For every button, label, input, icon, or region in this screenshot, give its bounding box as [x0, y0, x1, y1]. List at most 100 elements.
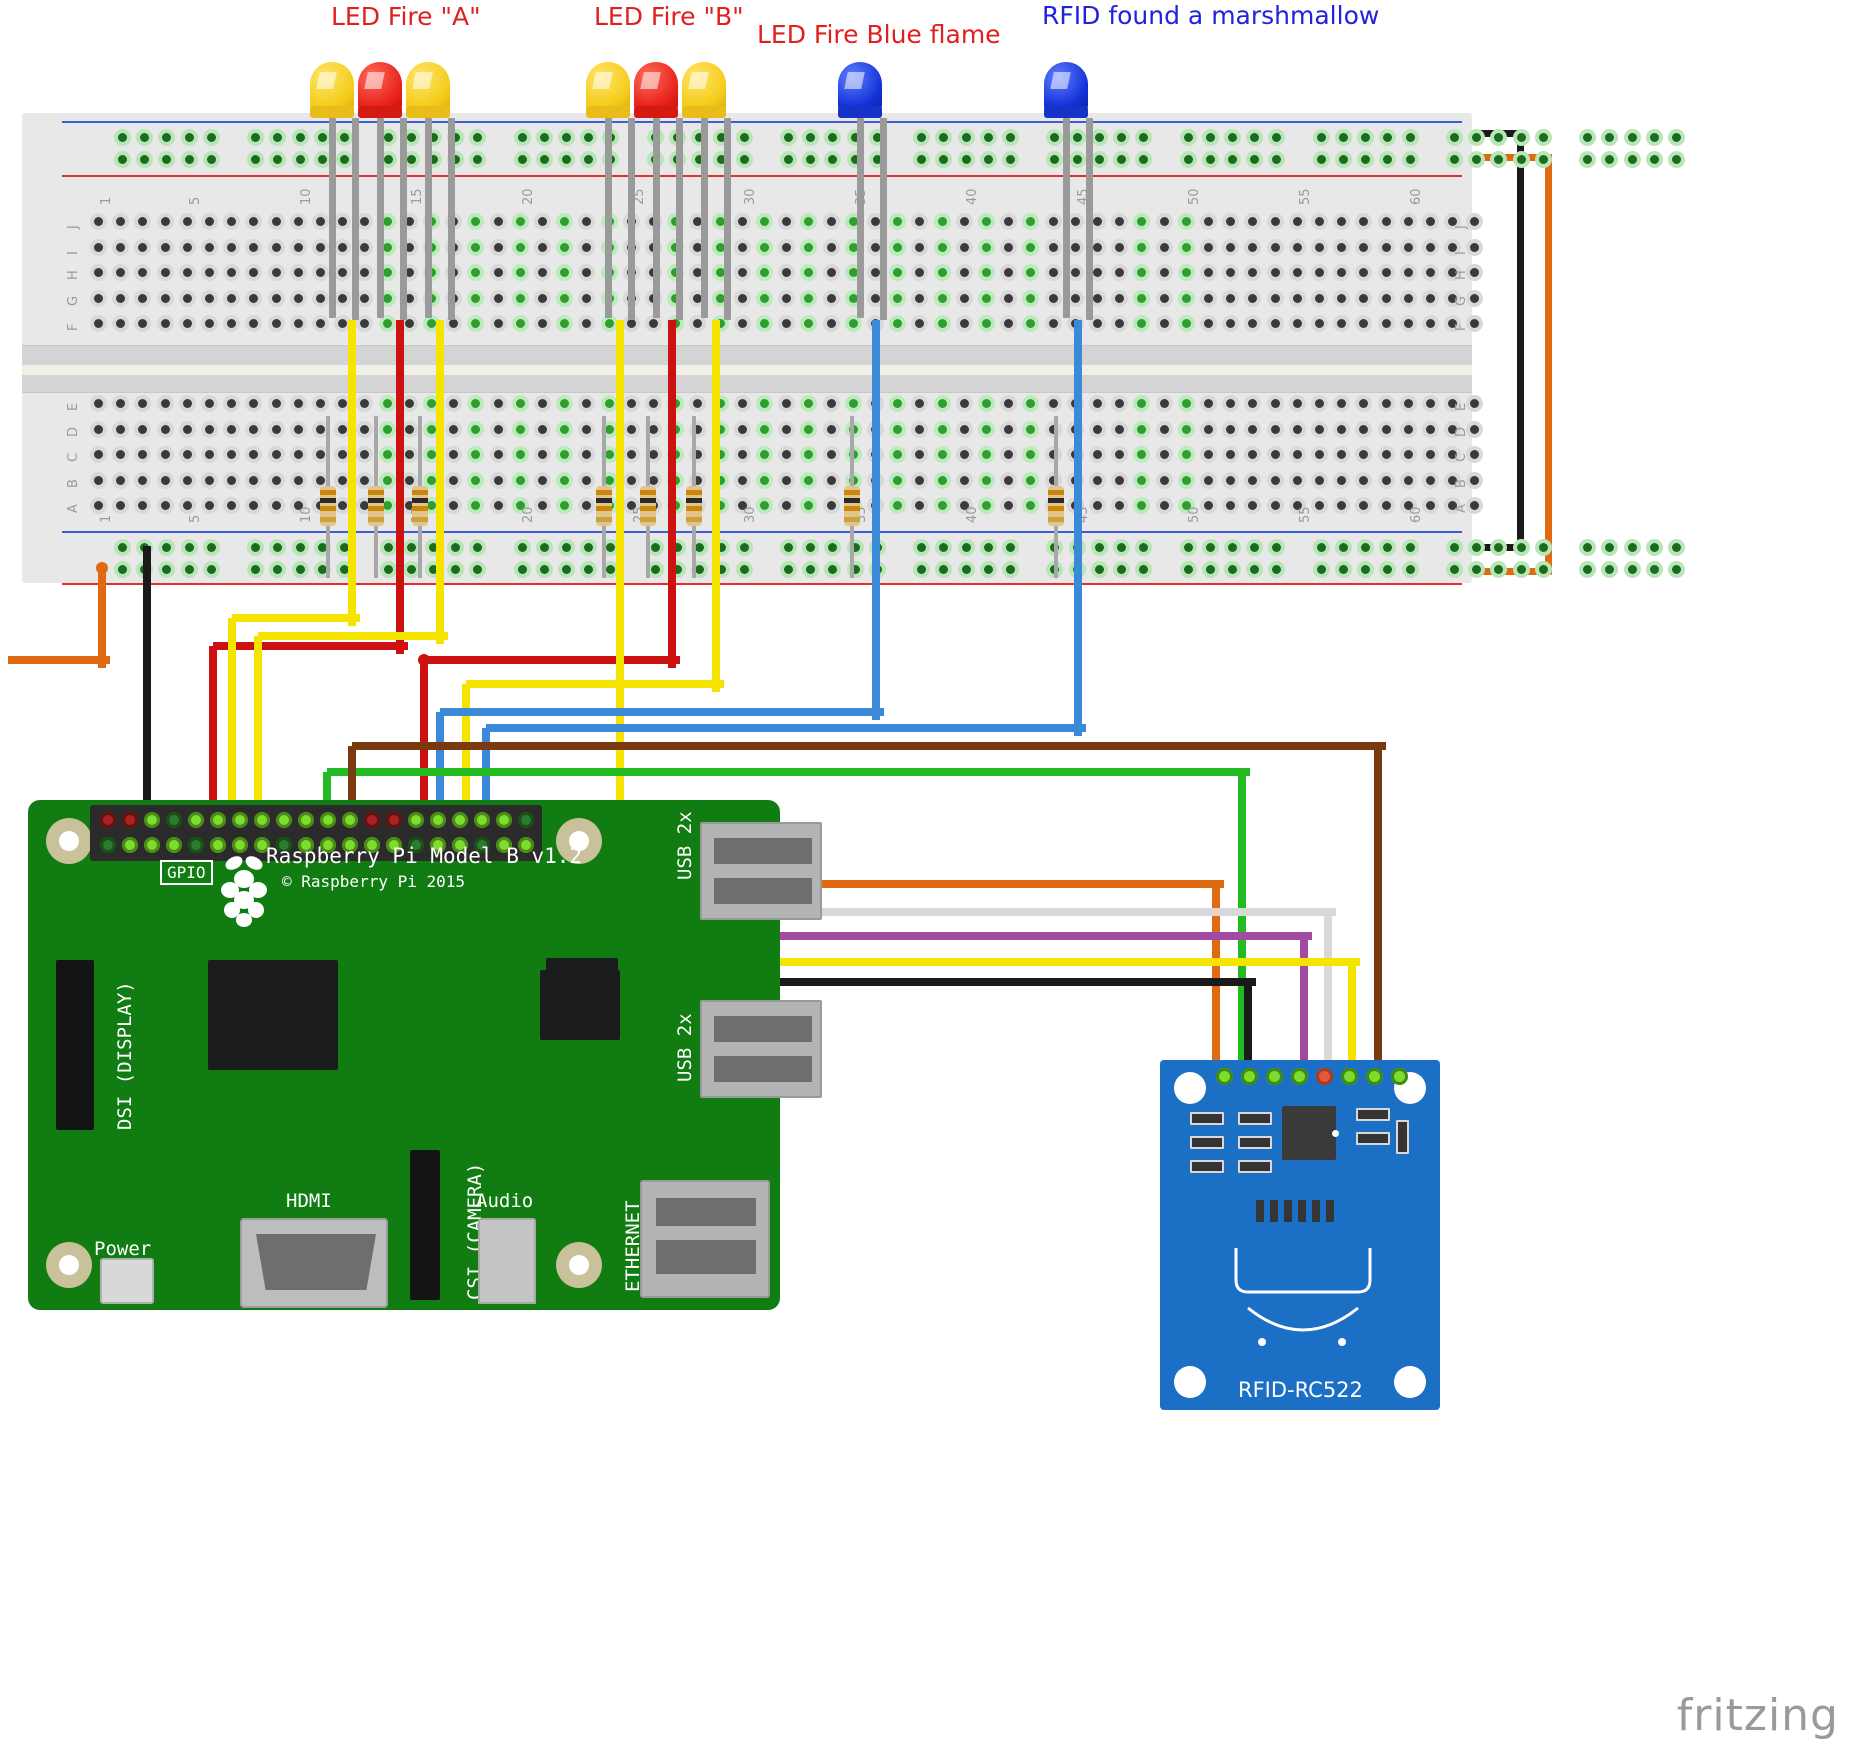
resistor-lead-bottom	[692, 522, 696, 578]
gpio-pin[interactable]	[188, 812, 204, 828]
gpio-pin[interactable]	[188, 837, 204, 853]
gpio-pin[interactable]	[166, 812, 182, 828]
rfid-pin-pad[interactable]	[1366, 1068, 1383, 1085]
wire-orange-power-left	[98, 568, 106, 668]
usb-port-top[interactable]	[700, 822, 822, 920]
gpio-pin[interactable]	[210, 812, 226, 828]
led-lead	[377, 118, 384, 318]
gpio-pin[interactable]	[430, 812, 446, 828]
gpio-pin[interactable]	[122, 837, 138, 853]
led-rfid-indicator[interactable]	[1044, 62, 1088, 124]
rfid-pin-pad[interactable]	[1391, 1068, 1408, 1085]
dsi-connector[interactable]	[56, 960, 94, 1130]
gpio-pin[interactable]	[518, 812, 534, 828]
gpio-pin[interactable]	[100, 812, 116, 828]
gpio-silk-label: GPIO	[160, 860, 213, 885]
resistor-7[interactable]	[844, 416, 860, 578]
resistor-8[interactable]	[1048, 416, 1064, 578]
gpio-pin[interactable]	[254, 812, 270, 828]
rfid-pin-pad[interactable]	[1291, 1068, 1308, 1085]
wire-orange-power-left-end	[96, 562, 108, 574]
csi-connector[interactable]	[410, 1150, 440, 1300]
gpio-pin[interactable]	[474, 812, 490, 828]
rfid-pin-pad[interactable]	[1341, 1068, 1358, 1085]
gpio-pin[interactable]	[232, 837, 248, 853]
resistor-band	[686, 490, 702, 495]
power-label: Power	[94, 1238, 152, 1260]
rfid-smd-6	[1238, 1160, 1272, 1173]
breadboard-row-label: C	[1454, 453, 1469, 463]
wire-yellow-b2	[712, 320, 720, 692]
gpio-pin[interactable]	[408, 812, 424, 828]
wire-orange-rail-right	[1545, 154, 1552, 574]
rfid-rc522-board[interactable]: RFID-RC522	[1160, 1060, 1440, 1410]
breadboard-row-label: H	[66, 270, 81, 281]
gpio-pin[interactable]	[496, 812, 512, 828]
gpio-pin[interactable]	[210, 837, 226, 853]
led-fire-b-red[interactable]	[634, 62, 678, 124]
led-lead	[605, 118, 612, 318]
resistor-5[interactable]	[640, 416, 656, 578]
breadboard-col-label: 20	[520, 506, 536, 523]
led-blue-flame[interactable]	[838, 62, 882, 124]
led-fire-a-yellow-2[interactable]	[406, 62, 450, 124]
rpi-copyright-text: © Raspberry Pi 2015	[282, 872, 466, 891]
gpio-pin[interactable]	[100, 837, 116, 853]
led-fire-b-yellow-2[interactable]	[682, 62, 726, 124]
gpio-pin[interactable]	[386, 812, 402, 828]
resistor-lead-bottom	[646, 522, 650, 578]
resistor-band	[596, 506, 612, 511]
resistor-band	[640, 498, 656, 503]
rfid-mount-hole-br	[1394, 1366, 1426, 1398]
led-glint	[844, 72, 865, 89]
resistor-band	[1048, 506, 1064, 511]
resistor-band	[596, 490, 612, 495]
led-fire-a-yellow-1[interactable]	[310, 62, 354, 124]
gpio-pin[interactable]	[144, 812, 160, 828]
led-lead	[724, 118, 731, 320]
resistor-2[interactable]	[368, 416, 384, 578]
power-port[interactable]	[100, 1258, 154, 1304]
resistor-1[interactable]	[320, 416, 336, 578]
wire-brown-rfid	[1374, 746, 1382, 1082]
gpio-pin[interactable]	[122, 812, 138, 828]
gpio-pin[interactable]	[298, 812, 314, 828]
led-fire-a-red[interactable]	[358, 62, 402, 124]
led-glint	[364, 72, 385, 89]
wire-orange-power-left	[8, 656, 110, 664]
gpio-pin[interactable]	[144, 837, 160, 853]
rfid-pin-pad[interactable]	[1266, 1068, 1283, 1085]
resistor-4[interactable]	[596, 416, 612, 578]
wire-green-rfid	[327, 768, 1250, 776]
rfid-crystal-pad	[1284, 1200, 1292, 1222]
hdmi-port[interactable]	[240, 1218, 388, 1308]
gpio-pin[interactable]	[166, 837, 182, 853]
resistor-6[interactable]	[686, 416, 702, 578]
rfid-smd-4	[1238, 1112, 1272, 1125]
gpio-pin[interactable]	[342, 812, 358, 828]
gpio-pin[interactable]	[320, 812, 336, 828]
usb-port-bottom[interactable]	[700, 1000, 822, 1098]
rfid-pin-pad[interactable]	[1241, 1068, 1258, 1085]
wire-blue-2	[1074, 320, 1082, 736]
rfid-pin-pad[interactable]	[1316, 1068, 1333, 1085]
wire-red-a1	[396, 320, 404, 654]
gpio-pin[interactable]	[276, 812, 292, 828]
led-fire-b-yellow-1[interactable]	[586, 62, 630, 124]
led-lead	[352, 118, 359, 320]
resistor-3[interactable]	[412, 416, 428, 578]
gpio-pin[interactable]	[232, 812, 248, 828]
led-lead	[329, 118, 336, 318]
gpio-pin[interactable]	[452, 812, 468, 828]
led-lead	[1063, 118, 1070, 318]
gpio-pin[interactable]	[364, 812, 380, 828]
audio-port[interactable]	[478, 1218, 536, 1304]
raspberry-pi-board[interactable]: GPIO Raspberry Pi Model B v1.2 © Raspber…	[28, 800, 822, 1310]
resistor-band	[1048, 517, 1064, 522]
led-lead	[448, 118, 455, 320]
breadboard-col-label: 55	[1297, 188, 1313, 205]
resistor-lead-top	[646, 416, 650, 486]
ethernet-port[interactable]	[640, 1180, 770, 1298]
led-lead	[880, 118, 887, 320]
rfid-pin-pad[interactable]	[1216, 1068, 1233, 1085]
